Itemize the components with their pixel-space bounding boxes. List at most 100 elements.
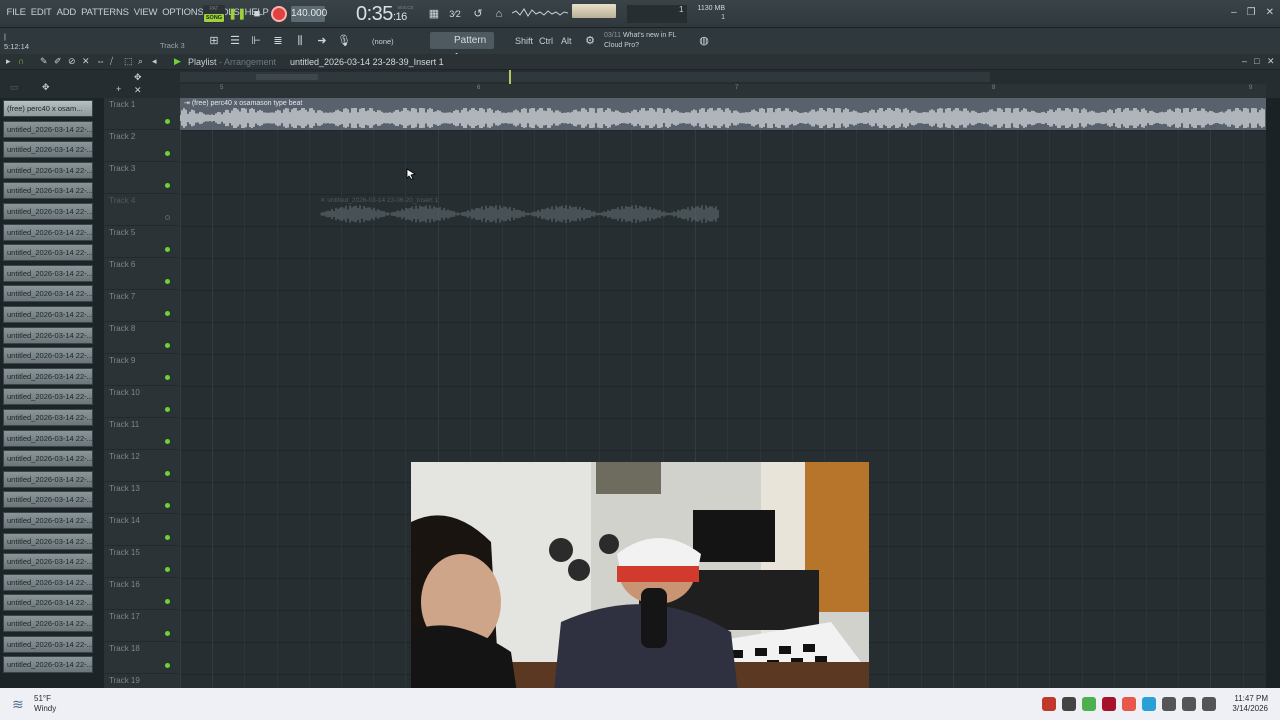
- stop-icon[interactable]: ■: [249, 6, 265, 22]
- track-mute-led[interactable]: [165, 631, 170, 636]
- play-icon[interactable]: ▶: [174, 56, 181, 67]
- pat-song-toggle[interactable]: PAT SONG: [203, 5, 225, 23]
- slip-tool-icon[interactable]: ⇔: [96, 56, 105, 66]
- track-mute-led[interactable]: [165, 183, 170, 188]
- pattern-picker[interactable]: (none): [372, 37, 394, 46]
- arrow-right-icon[interactable]: ➜: [314, 33, 330, 49]
- track-header[interactable]: Track 14: [104, 514, 180, 546]
- track-mute-led[interactable]: [165, 215, 170, 220]
- picker-item[interactable]: untitled_2026-03-14 22-...: [3, 141, 93, 159]
- track-mute-led[interactable]: [165, 535, 170, 540]
- track-header[interactable]: Track 1: [104, 98, 180, 130]
- remove-track-icon[interactable]: ✕: [134, 85, 142, 96]
- track-mute-led[interactable]: [165, 119, 170, 124]
- playlist-close-icon[interactable]: ✕: [1267, 56, 1275, 67]
- minimize-icon[interactable]: –: [1231, 7, 1237, 18]
- picker-item[interactable]: untitled_2026-03-14 22-...: [3, 491, 93, 509]
- menu-file[interactable]: FILE: [4, 7, 28, 18]
- track-header[interactable]: Track 17: [104, 610, 180, 642]
- delete-tool-icon[interactable]: ⊘: [68, 56, 76, 67]
- scrollbar-thumb[interactable]: [256, 74, 318, 80]
- audio-clip-perc40[interactable]: ⇥ (free) perc40 x osamason type beat: [180, 98, 1266, 130]
- menu-edit[interactable]: EDIT: [28, 7, 54, 18]
- track-mute-led[interactable]: [165, 151, 170, 156]
- track-header[interactable]: Track 5: [104, 226, 180, 258]
- track-mute-led[interactable]: [165, 663, 170, 668]
- news-panel[interactable]: 03/11 What's new in FL Cloud Pro?: [604, 31, 676, 51]
- menu-add[interactable]: ADD: [54, 7, 78, 18]
- track-mute-led[interactable]: [165, 471, 170, 476]
- track-header[interactable]: Track 2: [104, 130, 180, 162]
- restore-icon[interactable]: ❐: [1247, 7, 1256, 18]
- zoom-tool-icon[interactable]: ⌕: [138, 56, 143, 67]
- track-header[interactable]: Track 6: [104, 258, 180, 290]
- picker-item[interactable]: untitled_2026-03-14 22-...: [3, 532, 93, 550]
- picker-item[interactable]: untitled_2026-03-14 22-...: [3, 120, 93, 138]
- magnet-icon[interactable]: ∩: [18, 56, 24, 66]
- track-header[interactable]: Track 12: [104, 450, 180, 482]
- track-mute-led[interactable]: [165, 599, 170, 604]
- playlist-minimize-icon[interactable]: –: [1242, 56, 1247, 66]
- slice-tool-icon[interactable]: ⧸: [110, 56, 113, 67]
- ctrl-key[interactable]: Ctrl: [539, 36, 553, 46]
- alt-key[interactable]: Alt: [561, 36, 572, 46]
- track-header[interactable]: Track 18: [104, 642, 180, 674]
- audio-clip-insert1[interactable]: ✕ untitled_2026-03-14 23-06-20_Insert 1: [320, 194, 720, 226]
- metronome-icon[interactable]: ⌂: [491, 6, 507, 22]
- add-track-icon[interactable]: +: [116, 84, 121, 94]
- picker-item[interactable]: untitled_2026-03-14 22-...: [3, 182, 93, 200]
- track-mute-led[interactable]: [165, 567, 170, 572]
- close-icon[interactable]: ✕: [1266, 7, 1274, 18]
- tempo-display[interactable]: 140.000: [291, 6, 327, 22]
- news-icon[interactable]: ⚙: [582, 33, 598, 49]
- picker-item[interactable]: untitled_2026-03-14 22-...: [3, 306, 93, 323]
- select-tool-icon[interactable]: ⬚: [124, 56, 133, 67]
- playlist-maximize-icon[interactable]: □: [1254, 56, 1259, 66]
- pause-icon[interactable]: ❚❚: [228, 6, 246, 22]
- tray-device-icon[interactable]: [1062, 697, 1076, 711]
- track-mute-led[interactable]: [165, 247, 170, 252]
- globe-icon[interactable]: ◍: [696, 33, 712, 49]
- horizontal-scrollbar[interactable]: [180, 72, 990, 82]
- resize-icon[interactable]: ✥: [134, 72, 142, 83]
- picker-item[interactable]: untitled_2026-03-14 22-...: [3, 285, 93, 303]
- weather-widget[interactable]: 51°F Windy: [10, 694, 56, 714]
- volume-icon[interactable]: [1202, 697, 1216, 711]
- track-header[interactable]: Track 4: [104, 194, 180, 226]
- track-mute-led[interactable]: [165, 439, 170, 444]
- picker-item[interactable]: untitled_2026-03-14 22-...: [3, 388, 93, 406]
- picker-item[interactable]: untitled_2026-03-14 22-...: [3, 409, 93, 426]
- loop-record-icon[interactable]: ↺: [470, 6, 486, 22]
- picker-item[interactable]: untitled_2026-03-14 22-...: [3, 326, 93, 344]
- picker-item[interactable]: untitled_2026-03-14 22-...: [3, 161, 93, 179]
- playlist-icon[interactable]: ☰: [227, 33, 243, 49]
- track-header[interactable]: Track 11: [104, 418, 180, 450]
- picker-item[interactable]: untitled_2026-03-14 22-...: [3, 553, 93, 571]
- chrome-icon[interactable]: [1122, 697, 1136, 711]
- mixer-icon[interactable]: ⫼: [292, 33, 308, 49]
- track-header[interactable]: Track 16: [104, 578, 180, 610]
- paint-tool-icon[interactable]: ✐: [54, 56, 62, 67]
- collapse-icon[interactable]: ▭: [10, 82, 19, 93]
- piano-roll-icon[interactable]: ⊩: [248, 33, 264, 49]
- track-mute-led[interactable]: [165, 343, 170, 348]
- picker-item[interactable]: untitled_2026-03-14 22-...: [3, 367, 93, 385]
- picker-item[interactable]: untitled_2026-03-14 22-...: [3, 573, 93, 591]
- track-header[interactable]: Track 13: [104, 482, 180, 514]
- master-volume-slider[interactable]: [572, 4, 616, 18]
- picker-item-selected[interactable]: (free) perc40 x osam...: [3, 100, 93, 117]
- picker-item[interactable]: untitled_2026-03-14 22-...: [3, 223, 93, 241]
- track-mute-led[interactable]: [165, 311, 170, 316]
- options-arrow-icon[interactable]: ▸: [6, 56, 11, 67]
- microphone-tray-icon[interactable]: [1162, 697, 1176, 711]
- move-icon[interactable]: ✥: [42, 82, 50, 93]
- taskbar-clock[interactable]: 11:47 PM 3/14/2026: [1232, 694, 1268, 714]
- picker-item[interactable]: untitled_2026-03-14 22-...: [3, 264, 93, 282]
- tray-red-icon[interactable]: [1102, 697, 1116, 711]
- picker-item[interactable]: untitled_2026-03-14 22-...: [3, 470, 93, 488]
- network-icon[interactable]: [1182, 697, 1196, 711]
- record-button[interactable]: [271, 6, 287, 22]
- track-header[interactable]: Track 7: [104, 290, 180, 322]
- draw-tool-icon[interactable]: ✎: [40, 56, 48, 67]
- menu-patterns[interactable]: PATTERNS: [79, 7, 132, 18]
